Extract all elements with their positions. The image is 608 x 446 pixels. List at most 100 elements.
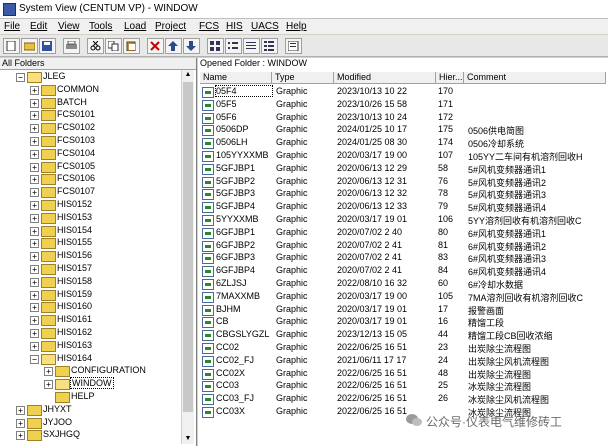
table-row[interactable]: CC03 Graphic 2022/06/25 16 51 25 冰炭除尘流程图 <box>198 380 608 393</box>
menu-his[interactable]: HIS <box>226 21 243 32</box>
row-modified: 2020/07/02 2 40 <box>337 226 403 237</box>
expand-icon[interactable]: + <box>30 341 39 351</box>
table-row[interactable]: CB Graphic 2020/03/17 19 01 16 精馏工段 <box>198 316 608 329</box>
expand-icon[interactable]: + <box>30 175 39 185</box>
row-name: CC03_FJ <box>216 393 255 404</box>
list-view-button[interactable] <box>243 38 260 54</box>
expand-icon[interactable]: + <box>30 277 39 287</box>
save-button[interactable] <box>39 38 56 54</box>
table-row[interactable]: 05F5 Graphic 2023/10/26 15 58 171 <box>198 99 608 111</box>
expand-icon[interactable]: + <box>30 239 39 249</box>
table-row[interactable]: 5GFJBP4 Graphic 2020/06/13 12 33 79 5#风机变频器通… <box>198 201 608 214</box>
tree-vertical-scrollbar[interactable]: ▲ ▼ <box>181 70 194 444</box>
table-row[interactable]: CC03_FJ Graphic 2022/06/25 16 51 26 冰炭除尘风机流程… <box>198 393 608 406</box>
expand-icon[interactable]: + <box>30 149 39 159</box>
row-hierarchy: 44 <box>438 329 449 340</box>
graphic-file-icon <box>202 240 214 252</box>
table-row[interactable]: 7MAXXMB Graphic 2020/03/17 19 00 105 7MA溶剂回收… <box>198 291 608 303</box>
table-row[interactable]: 0506LH Graphic 2024/01/25 08 30 174 0506冷却系统 <box>198 137 608 150</box>
tree-scroll-thumb[interactable] <box>183 82 193 412</box>
menu-view[interactable]: View <box>58 21 80 32</box>
table-row[interactable]: 05F6 Graphic 2023/10/13 10 24 172 <box>198 112 608 124</box>
expand-icon[interactable]: + <box>30 252 39 262</box>
small-icons-button[interactable] <box>225 38 242 54</box>
row-hierarchy: 170 <box>438 86 454 96</box>
table-row[interactable]: CC02_FJ Graphic 2021/06/11 17 17 24 出炭除尘风机流程… <box>198 355 608 367</box>
paste-button[interactable] <box>123 38 140 54</box>
table-row[interactable]: 105YYXXMB Graphic 2020/03/17 19 00 107 105YY… <box>198 150 608 162</box>
expand-icon[interactable]: + <box>30 98 39 108</box>
table-row[interactable]: CC02X Graphic 2022/06/25 16 51 48 出炭除尘流程图 <box>198 368 608 380</box>
details-view-button[interactable] <box>261 38 278 54</box>
scroll-down-arrow-icon[interactable]: ▼ <box>183 434 193 444</box>
down-level-button[interactable] <box>183 38 200 54</box>
delete-button[interactable] <box>147 38 164 54</box>
collapse-icon[interactable]: − <box>16 73 25 82</box>
expand-icon[interactable]: + <box>30 188 39 198</box>
expand-icon[interactable]: + <box>30 85 39 95</box>
open-button[interactable] <box>21 38 38 54</box>
expand-icon[interactable]: + <box>30 137 39 146</box>
column-header-modified[interactable]: Modified <box>334 72 436 84</box>
column-header-type[interactable]: Type <box>272 72 334 84</box>
expand-icon[interactable]: + <box>30 316 39 326</box>
expand-icon[interactable]: + <box>16 418 25 428</box>
expand-icon[interactable]: + <box>30 111 39 121</box>
new-button[interactable] <box>3 38 20 54</box>
expand-icon[interactable]: + <box>30 226 39 236</box>
table-row[interactable]: 6GFJBP4 Graphic 2020/07/02 2 41 84 6#风机变频器通讯… <box>198 265 608 278</box>
expand-icon[interactable]: + <box>30 329 39 338</box>
large-icons-button[interactable] <box>207 38 224 54</box>
menu-project[interactable]: Project <box>155 21 186 32</box>
expand-icon[interactable]: + <box>30 162 39 172</box>
up-level-button[interactable] <box>165 38 182 54</box>
scissors-icon <box>90 41 101 51</box>
table-row[interactable]: BJHM Graphic 2020/03/17 19 01 17 报警画面 <box>198 304 608 316</box>
properties-button[interactable] <box>285 38 302 54</box>
table-row[interactable]: 6GFJBP1 Graphic 2020/07/02 2 40 80 6#风机变频器通讯… <box>198 227 608 239</box>
row-name: 5GFJBP2 <box>216 175 256 186</box>
graphic-file-icon <box>202 253 214 265</box>
expand-icon[interactable]: + <box>44 380 53 390</box>
print-button[interactable] <box>63 38 80 54</box>
menu-help[interactable]: Help <box>286 21 307 32</box>
menu-load[interactable]: Load <box>124 21 146 32</box>
table-row[interactable]: 6GFJBP2 Graphic 2020/07/02 2 41 81 6#风机变频器通讯… <box>198 240 608 252</box>
table-row[interactable]: 5YYXXMB Graphic 2020/03/17 19 01 106 5YY溶剂回收… <box>198 214 608 226</box>
tree-header: All Folders <box>0 58 196 70</box>
column-header-hierarchy[interactable]: Hier... <box>436 72 464 84</box>
column-header-name[interactable]: Name <box>200 72 272 84</box>
tree-item-label: FCS0101 <box>57 109 96 120</box>
menu-fcs[interactable]: FCS <box>199 21 219 32</box>
table-row[interactable]: CBGSLYGZL Graphic 2023/12/13 15 05 44 精馏工段CB… <box>198 329 608 342</box>
large-icons-icon <box>210 41 220 51</box>
menu-uacs[interactable]: UACS <box>251 21 279 32</box>
expand-icon[interactable]: + <box>30 290 39 300</box>
table-row[interactable]: CC02 Graphic 2022/06/25 16 51 23 出炭除尘流程图 <box>198 342 608 354</box>
copy-button[interactable] <box>105 38 122 54</box>
column-header-comment[interactable]: Comment <box>464 72 606 84</box>
cut-button[interactable] <box>87 38 104 54</box>
menu-edit[interactable]: Edit <box>30 21 47 32</box>
collapse-icon[interactable]: − <box>30 354 39 364</box>
tree-item-label: HELP <box>71 391 95 401</box>
table-row[interactable]: 6GFJBP3 Graphic 2020/07/02 2 41 83 6#风机变频器通讯… <box>198 252 608 265</box>
table-row[interactable]: 5GFJBP3 Graphic 2020/06/13 12 32 78 5#风机变频器通… <box>198 188 608 201</box>
table-row[interactable]: 05F4 Graphic 2023/10/13 10 22 170 <box>198 85 608 98</box>
table-row[interactable]: 5GFJBP1 Graphic 2020/06/13 12 29 58 5#风机变频器通… <box>198 163 608 175</box>
expand-icon[interactable]: + <box>30 265 39 274</box>
menu-file[interactable]: File <box>4 21 20 32</box>
scroll-up-arrow-icon[interactable]: ▲ <box>183 70 193 80</box>
row-type: Graphic <box>276 380 308 391</box>
expand-icon[interactable]: + <box>16 431 25 441</box>
table-row[interactable]: 0506DP Graphic 2024/01/25 10 17 175 0506供电简图 <box>198 124 608 137</box>
expand-icon[interactable]: + <box>16 405 25 415</box>
table-row[interactable]: 6ZLJSJ Graphic 2022/08/10 16 32 60 6#冷却水数据 <box>198 278 608 290</box>
menu-tools[interactable]: Tools <box>89 21 112 32</box>
expand-icon[interactable]: + <box>30 201 39 210</box>
expand-icon[interactable]: + <box>30 213 39 223</box>
expand-icon[interactable]: + <box>30 303 39 313</box>
table-row[interactable]: 5GFJBP2 Graphic 2020/06/13 12 31 76 5#风机变频器通… <box>198 176 608 188</box>
expand-icon[interactable]: + <box>30 124 39 134</box>
expand-icon[interactable]: + <box>44 367 53 377</box>
